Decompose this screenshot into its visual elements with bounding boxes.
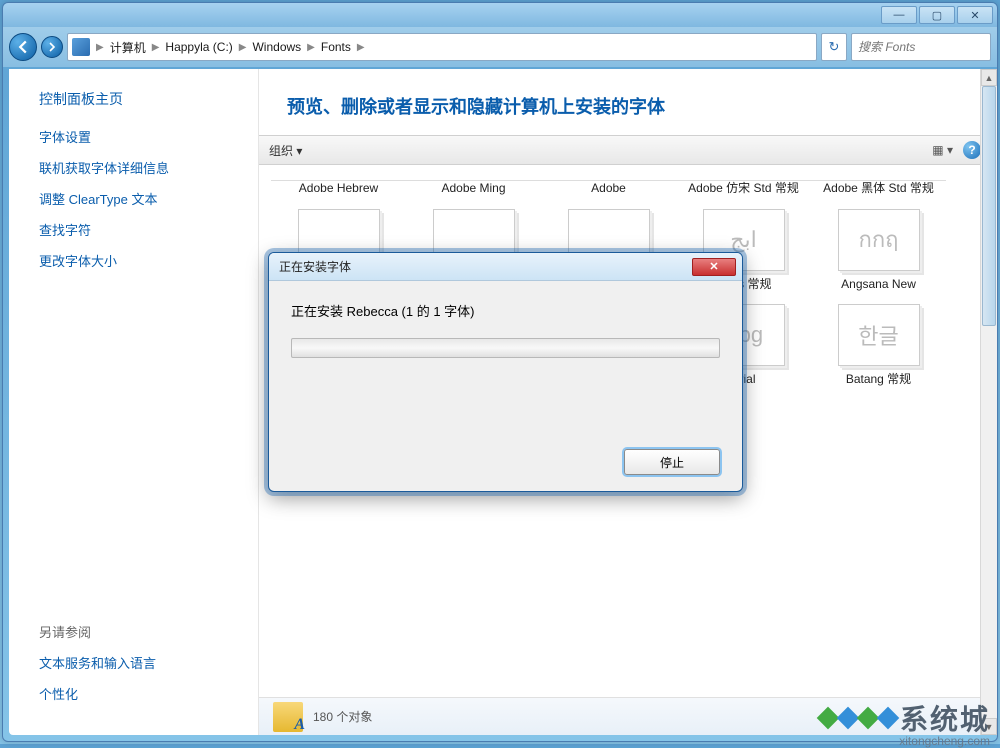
diamond-icon <box>877 707 900 730</box>
install-font-dialog: 正在安装字体 ✕ 正在安装 Rebecca (1 的 1 字体) 停止 <box>268 252 743 492</box>
progress-bar <box>291 338 720 358</box>
back-button[interactable] <box>9 33 37 61</box>
chevron-right-icon: ▶ <box>355 42 367 53</box>
font-item[interactable]: Adobe Hebrew <box>271 175 406 197</box>
breadcrumb-windows[interactable]: Windows <box>248 40 305 54</box>
scroll-thumb[interactable] <box>982 86 996 326</box>
font-folder-icon <box>273 702 303 732</box>
dialog-footer: 停止 <box>624 449 720 475</box>
chevron-right-icon: ▶ <box>150 42 162 53</box>
breadcrumb[interactable]: ▶ 计算机 ▶ Happyla (C:) ▶ Windows ▶ Fonts ▶ <box>67 33 817 61</box>
breadcrumb-drive[interactable]: Happyla (C:) <box>161 40 236 54</box>
dialog-title: 正在安装字体 <box>279 258 351 275</box>
sidebar-link-cleartype[interactable]: 调整 ClearType 文本 <box>39 189 258 208</box>
search-input[interactable] <box>858 40 984 54</box>
stop-button[interactable]: 停止 <box>624 449 720 475</box>
chevron-right-icon: ▶ <box>94 42 106 53</box>
vertical-scrollbar[interactable]: ▲ ▼ <box>980 69 997 735</box>
maximize-button[interactable]: ▢ <box>919 6 955 24</box>
titlebar: — ▢ ✕ <box>3 3 997 27</box>
see-also-personalization[interactable]: 个性化 <box>39 684 258 703</box>
refresh-button[interactable]: ↻ <box>821 33 847 61</box>
minimize-button[interactable]: — <box>881 6 917 24</box>
search-box[interactable] <box>851 33 991 61</box>
dialog-body: 正在安装 Rebecca (1 的 1 字体) <box>269 281 742 378</box>
dialog-titlebar[interactable]: 正在安装字体 ✕ <box>269 253 742 281</box>
breadcrumb-fonts[interactable]: Fonts <box>317 40 355 54</box>
sidebar-title: 控制面板主页 <box>39 89 258 109</box>
font-folder-icon <box>72 38 90 56</box>
page-title: 预览、删除或者显示和隐藏计算机上安装的字体 <box>259 69 991 135</box>
chevron-right-icon: ▶ <box>305 42 317 53</box>
sidebar-link-find-char[interactable]: 查找字符 <box>39 220 258 239</box>
status-text: 180 个对象 <box>313 708 372 725</box>
scroll-track[interactable] <box>981 86 997 718</box>
scroll-up-button[interactable]: ▲ <box>981 69 997 86</box>
font-item[interactable]: Adobe 黑体 Std 常规 <box>811 175 946 197</box>
navbar: ▶ 计算机 ▶ Happyla (C:) ▶ Windows ▶ Fonts ▶… <box>3 27 997 67</box>
see-also-title: 另请参阅 <box>39 622 258 641</box>
sidebar-link-font-settings[interactable]: 字体设置 <box>39 127 258 146</box>
organize-button[interactable]: 组织 ▾ <box>269 142 302 159</box>
dialog-message: 正在安装 Rebecca (1 的 1 字体) <box>291 301 720 320</box>
sidebar-link-online-info[interactable]: 联机获取字体详细信息 <box>39 158 258 177</box>
sidebar: 控制面板主页 字体设置 联机获取字体详细信息 调整 ClearType 文本 查… <box>9 69 259 735</box>
watermark: 系统城 xitongcheng.com <box>820 698 990 738</box>
toolbar-right: ▦ ▾ ? <box>932 141 981 159</box>
font-item[interactable]: กกฤAngsana New <box>811 209 946 293</box>
watermark-text: 系统城 <box>900 698 990 738</box>
breadcrumb-computer[interactable]: 计算机 <box>106 39 150 56</box>
sidebar-link-font-size[interactable]: 更改字体大小 <box>39 251 258 270</box>
help-icon[interactable]: ? <box>963 141 981 159</box>
toolbar: 组织 ▾ ▦ ▾ ? <box>259 135 991 165</box>
see-also-text-services[interactable]: 文本服务和输入语言 <box>39 653 258 672</box>
font-item[interactable]: Adobe 仿宋 Std 常规 <box>676 175 811 197</box>
watermark-url: xitongcheng.com <box>899 734 990 748</box>
view-icon[interactable]: ▦ ▾ <box>932 143 953 157</box>
font-item[interactable]: 한글Batang 常规 <box>811 304 946 388</box>
chevron-right-icon: ▶ <box>237 42 249 53</box>
close-button[interactable]: ✕ <box>957 6 993 24</box>
font-item[interactable]: Adobe <box>541 175 676 197</box>
font-item[interactable]: Adobe Ming <box>406 175 541 197</box>
forward-button[interactable] <box>41 36 63 58</box>
dialog-close-button[interactable]: ✕ <box>692 258 736 276</box>
